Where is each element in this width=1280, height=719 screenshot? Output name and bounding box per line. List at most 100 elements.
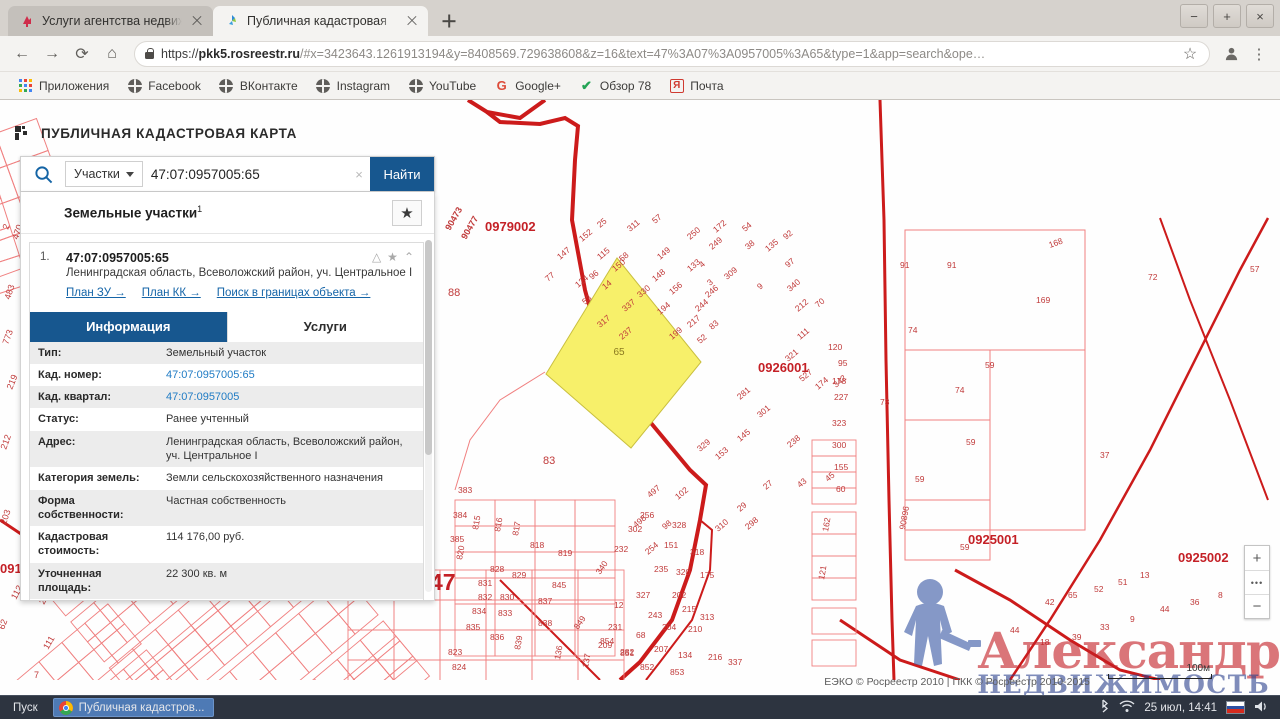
bookmark-googleplus[interactable]: G Google+ [485, 75, 570, 97]
tab-services[interactable]: Услуги [226, 311, 423, 342]
search-submit-button[interactable]: Найти [370, 157, 434, 191]
svg-text:0925002: 0925002 [1178, 550, 1229, 565]
tab-strip: Услуги агентства недвиж Публичная кадаст… [0, 0, 1280, 36]
table-row: Статус: Ранее учтенный [30, 408, 423, 431]
profile-icon[interactable] [1218, 41, 1244, 67]
reload-button[interactable]: ⟳ [68, 40, 96, 68]
browser-tab-2[interactable]: Публичная кадастровая [213, 6, 428, 36]
svg-text:83: 83 [543, 455, 555, 467]
taskbar-clock[interactable]: 25 июл, 14:41 [1144, 702, 1217, 714]
result-tabs: Информация Услуги [30, 311, 423, 342]
bookmark-star-icon[interactable]: ☆ [1181, 42, 1199, 66]
result-address: Ленинградская область, Всеволожский райо… [66, 267, 413, 279]
svg-text:13: 13 [1140, 570, 1150, 580]
lock-icon [145, 48, 154, 59]
svg-text:175: 175 [700, 570, 714, 580]
bookmark-pochta[interactable]: Я Почта [660, 75, 732, 97]
plan-zu-link[interactable]: План ЗУ → [66, 287, 126, 299]
svg-text:328: 328 [672, 520, 686, 530]
svg-text:323: 323 [832, 418, 846, 428]
zoom-slider-button[interactable]: ••• [1245, 570, 1269, 594]
svg-text:12: 12 [614, 600, 624, 610]
bookmark-vkontakte[interactable]: ВКонтакте [210, 75, 307, 97]
svg-text:852: 852 [640, 662, 654, 672]
close-button[interactable]: × [1246, 4, 1274, 28]
svg-text:819: 819 [558, 548, 572, 558]
cadastral-map[interactable]: 470 79 483 769 220 773 219 214 213 212 2… [0, 100, 1280, 695]
taskbar-item-chrome[interactable]: Публичная кадастров... [52, 698, 215, 717]
table-row: Форма собственности: Частная собственнос… [30, 489, 423, 527]
volume-icon[interactable] [1254, 700, 1269, 716]
maximize-button[interactable]: + [1213, 4, 1241, 28]
field-label: Уточненная площадь: [38, 567, 102, 595]
search-input[interactable]: 47:07:0957005:65 [143, 157, 348, 191]
plan-kk-link[interactable]: План КК → [142, 287, 201, 299]
browser-window: Услуги агентства недвиж Публичная кадаст… [0, 0, 1280, 695]
svg-text:74: 74 [908, 325, 918, 335]
bookmark-apps[interactable]: Приложения [9, 75, 118, 97]
results-scrollbar-thumb[interactable] [425, 240, 432, 455]
browser-toolbar: ← → ⟳ ⌂ https://pkk5.rosreestr.ru/#x=342… [0, 36, 1280, 72]
home-button[interactable]: ⌂ [98, 40, 126, 68]
search-icon[interactable] [21, 165, 65, 184]
svg-text:835: 835 [466, 622, 480, 632]
tab-information[interactable]: Информация [30, 311, 227, 342]
clear-search-icon[interactable]: × [348, 167, 370, 182]
back-button[interactable]: ← [8, 40, 36, 68]
svg-text:7: 7 [34, 670, 39, 680]
map-scale-label: 100м [1186, 663, 1210, 674]
svg-text:831: 831 [478, 578, 492, 588]
system-tray: 25 июл, 14:41 [1100, 699, 1273, 716]
zoom-in-button[interactable]: + [1245, 546, 1269, 570]
start-button[interactable]: Пуск [7, 702, 44, 714]
svg-text:74: 74 [955, 385, 965, 395]
svg-text:232: 232 [614, 544, 628, 554]
field-value: Для сельскохозяйственного производства [158, 599, 423, 600]
warning-triangle-icon[interactable]: △ [372, 250, 381, 264]
results-scroll-area[interactable]: 1. 47:07:0957005:65 Ленинградская област… [21, 234, 434, 600]
apps-grid-icon [18, 78, 33, 93]
address-bar-text: https://pkk5.rosreestr.ru/#x=3423643.126… [161, 46, 986, 61]
svg-text:383: 383 [458, 485, 472, 495]
search-category-select[interactable]: Участки [65, 161, 143, 187]
svg-text:385: 385 [450, 534, 464, 544]
results-scrollbar[interactable] [425, 240, 432, 592]
svg-text:37: 37 [1100, 450, 1110, 460]
close-icon[interactable] [404, 13, 420, 29]
svg-text:155: 155 [834, 462, 848, 472]
bookmark-youtube[interactable]: YouTube [399, 75, 485, 97]
table-row: Тип: Земельный участок [30, 341, 423, 364]
star-icon[interactable]: ★ [387, 250, 398, 264]
zoom-out-button[interactable]: − [1245, 594, 1269, 618]
favorites-button[interactable]: ★ [392, 199, 422, 226]
browser-tab-1[interactable]: Услуги агентства недвиж [8, 6, 213, 36]
table-row: Кадастровая стоимость: 114 176,00 руб. [30, 526, 423, 563]
svg-text:72: 72 [1148, 272, 1158, 282]
wifi-icon[interactable] [1119, 699, 1135, 716]
search-within-object-link[interactable]: Поиск в границах объекта → [217, 287, 371, 299]
bookmark-obzor78[interactable]: ✔ Обзор 78 [570, 75, 660, 97]
field-value[interactable]: 47:07:0957005:65 [158, 364, 423, 386]
field-value: Земли сельскохозяйственного назначения [166, 472, 383, 485]
minimize-button[interactable]: − [1180, 4, 1208, 28]
bookmark-instagram[interactable]: Instagram [307, 75, 399, 97]
result-item[interactable]: 1. 47:07:0957005:65 Ленинградская област… [29, 242, 424, 600]
chevron-up-icon[interactable]: ⌃ [404, 250, 414, 264]
ru-flag-icon[interactable] [1226, 701, 1245, 714]
address-bar[interactable]: https://pkk5.rosreestr.ru/#x=3423643.126… [134, 40, 1210, 67]
svg-text:68: 68 [636, 630, 646, 640]
bookmarks-bar: Приложения Facebook ВКонтакте Instagram … [0, 72, 1280, 100]
svg-text:823: 823 [448, 647, 462, 657]
bookmark-facebook[interactable]: Facebook [118, 75, 210, 97]
green-check-icon: ✔ [580, 77, 592, 93]
new-tab-button[interactable] [435, 7, 463, 35]
field-value[interactable]: 47:07:0957005 [158, 386, 423, 408]
bluetooth-icon[interactable] [1100, 699, 1110, 716]
svg-text:151: 151 [664, 540, 678, 550]
close-icon[interactable] [189, 13, 205, 29]
browser-menu-icon[interactable]: ⋮ [1246, 41, 1272, 67]
forward-button[interactable]: → [38, 40, 66, 68]
field-value: 22 300 кв. м [166, 567, 228, 580]
chrome-icon [58, 700, 73, 715]
svg-text:52: 52 [1094, 584, 1104, 594]
